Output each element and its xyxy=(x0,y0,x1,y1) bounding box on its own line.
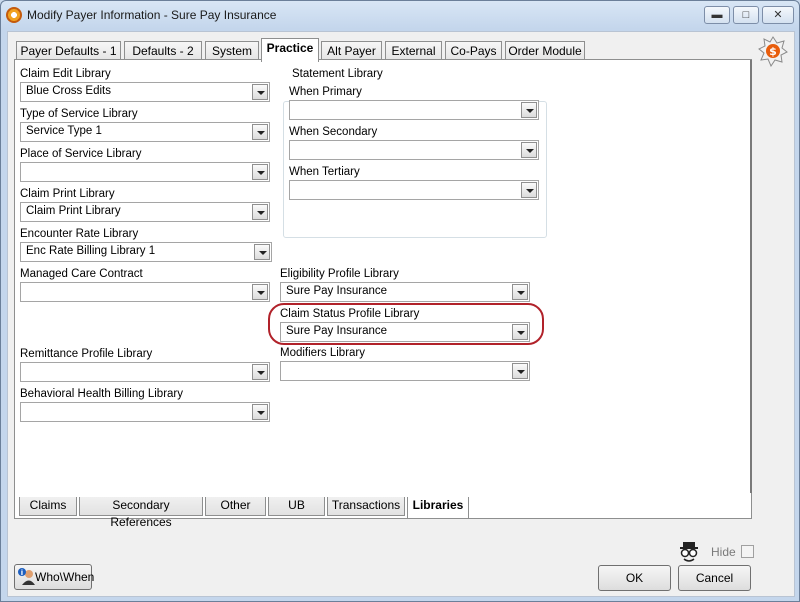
practice-tab-panel: Claim Edit Library Blue Cross Edits Type… xyxy=(14,59,752,529)
title-bar[interactable]: Modify Payer Information - Sure Pay Insu… xyxy=(1,1,799,29)
eligibility-profile-library-label: Eligibility Profile Library xyxy=(280,268,399,280)
tab-practice[interactable]: Practice xyxy=(261,38,319,62)
user-info-icon: i xyxy=(18,568,35,585)
chevron-down-icon[interactable] xyxy=(512,363,528,379)
claim-status-profile-library-label: Claim Status Profile Library xyxy=(280,308,420,320)
claim-print-library-select[interactable]: Claim Print Library xyxy=(20,202,270,222)
behavioral-health-billing-library-label: Behavioral Health Billing Library xyxy=(20,388,183,400)
remittance-profile-library-label: Remittance Profile Library xyxy=(20,348,153,360)
window-title: Modify Payer Information - Sure Pay Insu… xyxy=(27,8,277,22)
tab-claims[interactable]: Claims xyxy=(19,497,77,516)
tab-co-pays[interactable]: Co-Pays xyxy=(445,41,502,61)
claim-status-profile-library-select[interactable]: Sure Pay Insurance xyxy=(280,322,530,342)
close-button[interactable]: ✕ xyxy=(762,6,794,24)
tab-other[interactable]: Other xyxy=(205,497,266,516)
maximize-button[interactable]: □ xyxy=(733,6,759,24)
chevron-down-icon[interactable] xyxy=(521,142,537,158)
chevron-down-icon[interactable] xyxy=(512,324,528,340)
tab-secondary-references[interactable]: Secondary References xyxy=(79,497,203,529)
chevron-down-icon[interactable] xyxy=(252,284,268,300)
tab-defaults-2[interactable]: Defaults - 2 xyxy=(124,41,202,61)
hide-checkbox[interactable] xyxy=(741,545,754,558)
chevron-down-icon[interactable] xyxy=(254,244,270,260)
tab-payer-defaults-1[interactable]: Payer Defaults - 1 xyxy=(16,41,121,61)
claim-print-library-label: Claim Print Library xyxy=(20,188,115,200)
spy-glasses-icon xyxy=(680,542,698,562)
modifiers-library-label: Modifiers Library xyxy=(280,347,365,359)
place-of-service-library-select[interactable] xyxy=(20,162,270,182)
app-icon xyxy=(6,7,22,23)
hide-label: Hide xyxy=(711,545,736,559)
type-of-service-library-select[interactable]: Service Type 1 xyxy=(20,122,270,142)
when-primary-select[interactable] xyxy=(289,100,539,120)
tab-alt-payer[interactable]: Alt Payer xyxy=(321,41,382,61)
when-primary-label: When Primary xyxy=(289,86,362,98)
who-when-button[interactable]: i Who\When xyxy=(14,564,95,590)
chevron-down-icon[interactable] xyxy=(252,124,268,140)
minimize-button[interactable]: ▬ xyxy=(704,6,730,24)
managed-care-contract-select[interactable] xyxy=(20,282,270,302)
encounter-rate-library-label: Encounter Rate Library xyxy=(20,228,139,240)
svg-text:i: i xyxy=(21,569,23,577)
when-tertiary-select[interactable] xyxy=(289,180,539,200)
svg-text:$: $ xyxy=(769,45,777,58)
managed-care-contract-label: Managed Care Contract xyxy=(20,268,143,280)
dialog-client-area: $ Payer Defaults - 1 Defaults - 2 System… xyxy=(7,31,795,597)
claim-edit-library-label: Claim Edit Library xyxy=(20,68,111,80)
when-tertiary-label: When Tertiary xyxy=(289,166,360,178)
type-of-service-library-label: Type of Service Library xyxy=(20,108,138,120)
tab-system[interactable]: System xyxy=(205,41,259,61)
chevron-down-icon[interactable] xyxy=(252,164,268,180)
chevron-down-icon[interactable] xyxy=(521,182,537,198)
modifiers-library-select[interactable] xyxy=(280,361,530,381)
when-secondary-select[interactable] xyxy=(289,140,539,160)
behavioral-health-billing-library-select[interactable] xyxy=(20,402,270,422)
tab-libraries[interactable]: Libraries xyxy=(407,497,469,519)
dollar-gear-icon: $ xyxy=(758,36,788,67)
modify-payer-window: Modify Payer Information - Sure Pay Insu… xyxy=(0,0,800,602)
tab-transactions[interactable]: Transactions xyxy=(327,497,405,516)
remittance-profile-library-select[interactable] xyxy=(20,362,270,382)
when-secondary-label: When Secondary xyxy=(289,126,378,138)
tab-external[interactable]: External xyxy=(385,41,442,61)
claim-edit-library-select[interactable]: Blue Cross Edits xyxy=(20,82,270,102)
chevron-down-icon[interactable] xyxy=(252,204,268,220)
eligibility-profile-library-select[interactable]: Sure Pay Insurance xyxy=(280,282,530,302)
chevron-down-icon[interactable] xyxy=(252,84,268,100)
tab-ub[interactable]: UB xyxy=(268,497,325,516)
place-of-service-library-label: Place of Service Library xyxy=(20,148,142,160)
chevron-down-icon[interactable] xyxy=(252,404,268,420)
encounter-rate-library-select[interactable]: Enc Rate Billing Library 1 xyxy=(20,242,272,262)
statement-library-title: Statement Library xyxy=(290,68,385,80)
who-when-label: Who\When xyxy=(35,570,95,584)
ok-button[interactable]: OK xyxy=(598,565,671,591)
cancel-button[interactable]: Cancel xyxy=(678,565,751,591)
chevron-down-icon[interactable] xyxy=(521,102,537,118)
tab-order-module[interactable]: Order Module xyxy=(505,41,585,61)
chevron-down-icon[interactable] xyxy=(512,284,528,300)
panel-divider xyxy=(750,60,752,493)
chevron-down-icon[interactable] xyxy=(252,364,268,380)
